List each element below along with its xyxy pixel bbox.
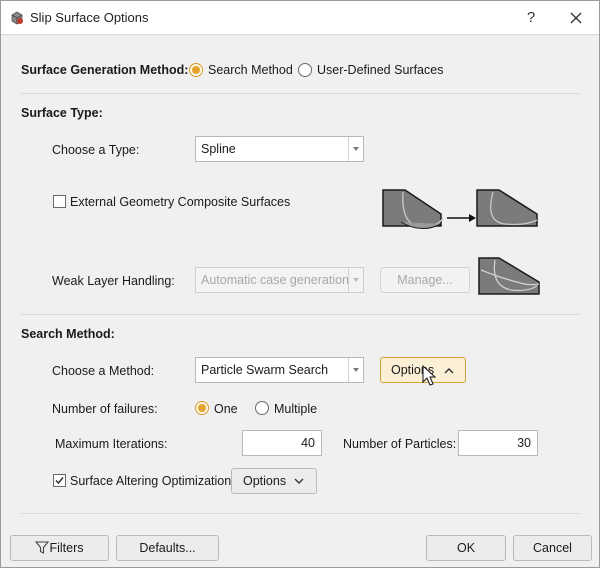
chevron-down-icon	[294, 478, 304, 484]
mouse-cursor-icon	[422, 365, 436, 386]
failures-multiple-label[interactable]: Multiple	[274, 402, 317, 416]
number-of-particles-input[interactable]: 30	[458, 430, 538, 456]
number-of-failures-label: Number of failures:	[52, 402, 158, 416]
divider	[21, 314, 580, 315]
filters-label: Filters	[49, 541, 84, 555]
filter-icon	[35, 541, 49, 554]
search-method-radio-label[interactable]: Search Method	[208, 63, 293, 77]
defaults-button[interactable]: Defaults...	[116, 535, 219, 561]
help-button[interactable]: ?	[519, 5, 543, 31]
search-method-heading: Search Method:	[21, 327, 115, 341]
failures-one-radio[interactable]	[195, 401, 209, 415]
close-button[interactable]	[563, 5, 589, 31]
surface-altering-checkbox[interactable]	[53, 474, 66, 487]
ok-button[interactable]: OK	[426, 535, 506, 561]
failures-multiple-radio[interactable]	[255, 401, 269, 415]
search-method-dropdown[interactable]: Particle Swarm Search	[195, 357, 364, 383]
surface-type-heading: Surface Type:	[21, 106, 103, 120]
number-of-particles-label: Number of Particles:	[343, 437, 457, 451]
altering-options-button[interactable]: Options	[231, 468, 317, 494]
search-method-radio[interactable]	[189, 63, 203, 77]
close-icon	[570, 12, 582, 24]
choose-type-label: Choose a Type:	[52, 143, 140, 157]
title-bar: Slip Surface Options ?	[1, 1, 599, 35]
divider	[21, 513, 580, 514]
altering-options-label: Options	[243, 474, 287, 488]
weak-layer-dropdown[interactable]: Automatic case generation	[195, 267, 364, 293]
checkmark-icon	[55, 477, 64, 485]
max-iterations-label: Maximum Iterations:	[55, 437, 168, 451]
weak-layer-value: Automatic case generation	[201, 273, 350, 287]
composite-surface-preview-icon	[382, 189, 538, 229]
external-geometry-composite-checkbox[interactable]	[53, 195, 66, 208]
manage-button[interactable]: Manage...	[380, 267, 470, 293]
weak-layer-label: Weak Layer Handling:	[52, 274, 175, 288]
filters-button[interactable]: Filters	[10, 535, 109, 561]
chevron-up-icon	[444, 368, 454, 374]
user-defined-surfaces-radio-label[interactable]: User-Defined Surfaces	[317, 63, 443, 77]
max-iterations-input[interactable]: 40	[242, 430, 322, 456]
cancel-button[interactable]: Cancel	[513, 535, 592, 561]
surface-altering-label[interactable]: Surface Altering Optimization	[70, 474, 231, 488]
user-defined-surfaces-radio[interactable]	[298, 63, 312, 77]
slip-surface-options-dialog: Slip Surface Options ? Surface Generatio…	[0, 0, 600, 568]
failures-one-label[interactable]: One	[214, 402, 238, 416]
window-title: Slip Surface Options	[30, 10, 149, 25]
app-icon	[11, 11, 23, 25]
weak-layer-preview-icon	[478, 257, 540, 295]
chevron-down-icon	[348, 268, 363, 292]
surface-type-value: Spline	[201, 142, 236, 156]
choose-method-label: Choose a Method:	[52, 364, 155, 378]
surface-type-dropdown[interactable]: Spline	[195, 136, 364, 162]
external-geometry-composite-label[interactable]: External Geometry Composite Surfaces	[70, 195, 290, 209]
generation-method-label: Surface Generation Method:	[21, 63, 189, 77]
chevron-down-icon	[348, 358, 363, 382]
chevron-down-icon	[348, 137, 363, 161]
search-method-value: Particle Swarm Search	[201, 363, 329, 377]
divider	[21, 93, 580, 94]
